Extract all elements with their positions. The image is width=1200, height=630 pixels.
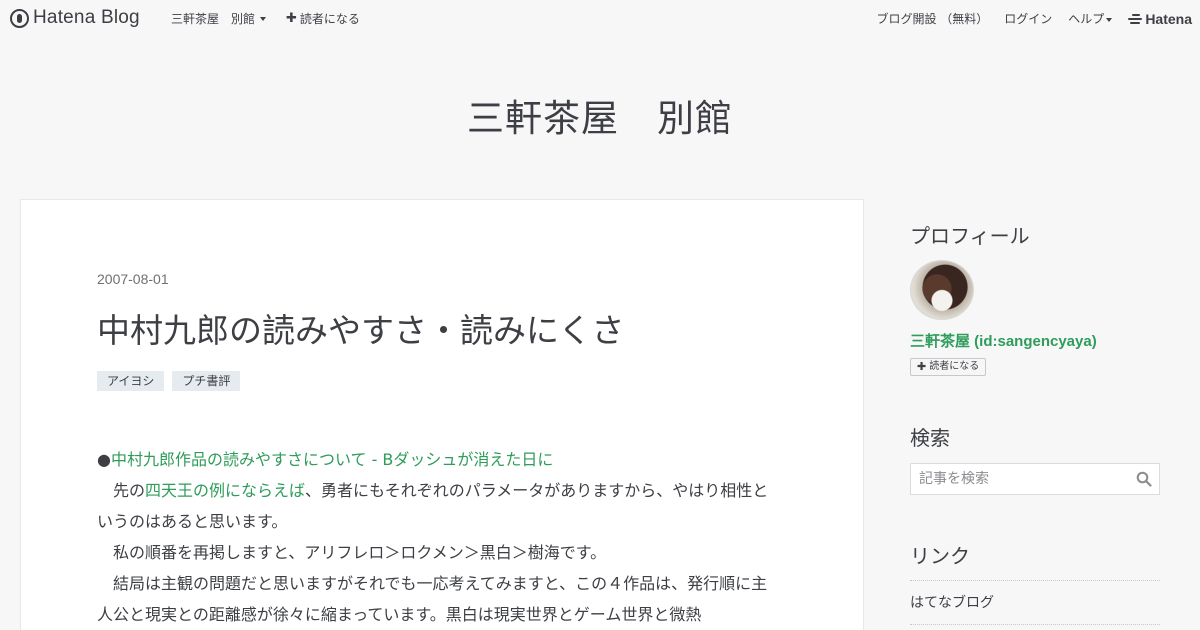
profile-follow-button[interactable]: ✚ 読者になる	[910, 358, 987, 376]
hatena-blog-logo-icon	[10, 8, 29, 28]
caret-down-icon	[260, 16, 267, 21]
paragraph-text: 結局は主観の問題だと思いますがそれでも一応考えてみますと、この４作品は、発行順に…	[97, 574, 768, 624]
profile-heading: プロフィール	[910, 224, 1030, 248]
link-item[interactable]: はてなブログ	[910, 581, 1160, 625]
login-link[interactable]: ログイン	[1004, 10, 1052, 27]
profile-follow-label: 読者になる	[929, 361, 980, 372]
entry-body: ●中村九郎作品の読みやすさについて - Bダッシュが消えた日に 先の四天王の例に…	[97, 444, 781, 630]
blog-title[interactable]: 三軒茶屋 別館	[0, 88, 1200, 142]
search-button[interactable]	[1129, 464, 1159, 494]
follow-button[interactable]: ✚ 読者になる	[286, 10, 360, 27]
brand-name: Hatena Blog	[33, 7, 140, 28]
hatena-label: Hatena	[1145, 10, 1192, 27]
paragraph: 結局は主観の問題だと思いますがそれでも一応考えてみますと、この４作品は、発行順に…	[97, 568, 781, 630]
help-label: ヘルプ	[1068, 12, 1105, 26]
plus-icon: ✚	[917, 360, 927, 373]
paragraph: ●中村九郎作品の読みやすさについて - Bダッシュが消えた日に	[97, 444, 781, 475]
entry-card: 2007-08-01 中村九郎の読みやすさ・読みにくさ アイヨシ プチ書評 ●中…	[20, 199, 864, 630]
links-heading: リンク	[910, 544, 970, 568]
entry-date[interactable]: 2007-08-01	[97, 271, 169, 287]
plus-icon: ✚	[286, 11, 297, 26]
hatena-link[interactable]: Hatena	[1128, 11, 1192, 27]
global-header: Hatena Blog 三軒茶屋 別館 ✚ 読者になる ブログ開設 （無料） ロ…	[0, 0, 1200, 36]
profile-name[interactable]: 三軒茶屋 (id:sangencyaya)	[910, 330, 1097, 351]
bullet: ●	[97, 450, 111, 469]
category-tag[interactable]: アイヨシ	[97, 371, 165, 391]
sidebar: プロフィール 三軒茶屋 (id:sangencyaya) ✚ 読者になる 検索 …	[910, 220, 1160, 625]
entry-title[interactable]: 中村九郎の読みやすさ・読みにくさ	[97, 304, 624, 352]
help-dropdown[interactable]: ヘルプ	[1068, 10, 1113, 27]
entry-link[interactable]: 中村九郎作品の読みやすさについて - Bダッシュが消えた日に	[111, 450, 553, 469]
search-box	[910, 463, 1160, 495]
hatena-mark-icon	[1128, 13, 1143, 24]
caret-down-icon	[1106, 17, 1113, 22]
header-right-nav: ブログ開設 （無料） ログイン ヘルプ Hatena	[860, 10, 1192, 27]
search-input[interactable]	[911, 464, 1129, 494]
entry-link[interactable]: 四天王の例にならえば	[145, 481, 305, 500]
blog-menu-dropdown[interactable]: 三軒茶屋 別館	[171, 10, 267, 27]
search-heading: 検索	[910, 426, 950, 450]
paragraph: 私の順番を再掲しますと、アリフレロ＞ロクメン＞黒白＞樹海です。	[97, 537, 781, 568]
category-tag[interactable]: プチ書評	[172, 371, 241, 391]
paragraph: 先の四天王の例にならえば、勇者にもそれぞれのパラメータがありますから、やはり相性…	[97, 475, 781, 537]
blog-menu-label: 三軒茶屋 別館	[171, 12, 256, 26]
category-list: アイヨシ プチ書評	[97, 371, 241, 391]
hatena-blog-logo[interactable]: Hatena Blog	[10, 7, 140, 29]
signup-link[interactable]: ブログ開設 （無料）	[876, 10, 988, 27]
paragraph-text: 先の	[113, 481, 146, 500]
paragraph-text: 私の順番を再掲しますと、アリフレロ＞ロクメン＞黒白＞樹海です。	[113, 543, 607, 562]
follow-label: 読者になる	[299, 12, 360, 26]
search-icon	[1136, 471, 1152, 487]
links-list: はてなブログ	[910, 580, 1160, 625]
avatar[interactable]	[910, 260, 974, 320]
